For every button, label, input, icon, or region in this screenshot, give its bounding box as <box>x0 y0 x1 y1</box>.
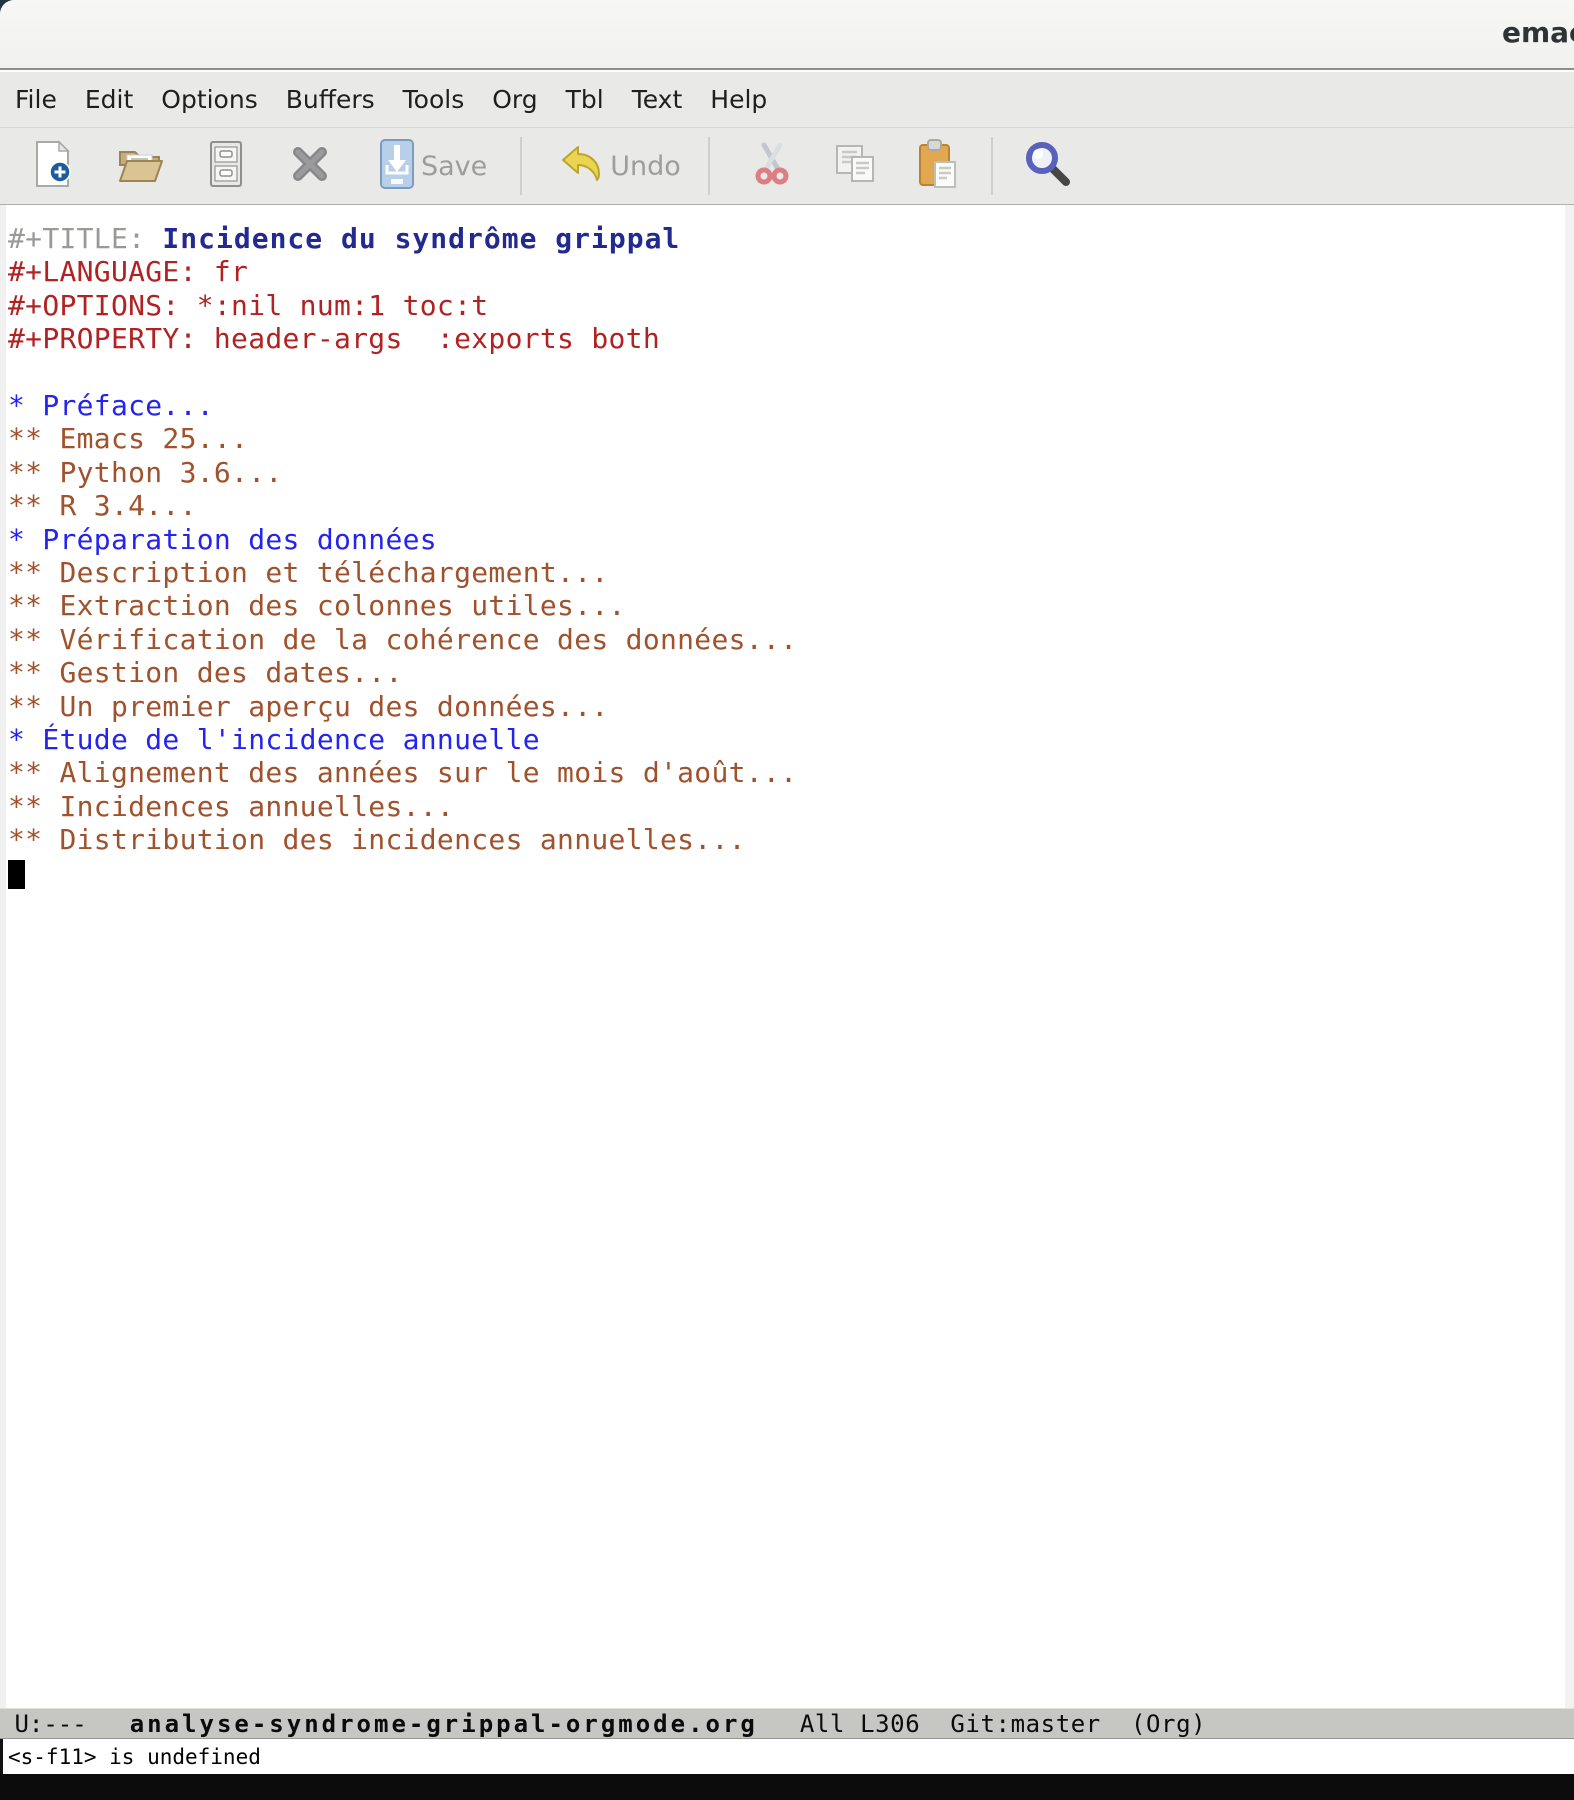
paste-button[interactable] <box>917 139 959 193</box>
cut-icon <box>755 142 789 190</box>
buffer-line <box>8 857 1560 890</box>
buffer-line: ** R 3.4... <box>8 489 1560 522</box>
copy-icon <box>833 143 877 189</box>
buffer-text-segment: ** Incidences annuelles... <box>8 790 454 823</box>
save-button-label: Save <box>421 151 487 182</box>
buffer-text-segment: ** Python 3.6... <box>8 456 283 489</box>
menu-item-org[interactable]: Org <box>492 85 537 114</box>
buffer-line: * Étude de l'incidence annuelle <box>8 723 1560 756</box>
buffer-line: ** Incidences annuelles... <box>8 790 1560 823</box>
buffer-line: #+PROPERTY: header-args :exports both <box>8 322 1560 355</box>
left-fringe <box>0 205 6 1708</box>
buffer-line: ** Extraction des colonnes utiles... <box>8 589 1560 622</box>
buffer-text-segment: ** Emacs 25... <box>8 422 248 455</box>
buffer-text-segment: * Étude de l'incidence annuelle <box>8 723 540 756</box>
save-icon <box>379 138 415 194</box>
paste-icon <box>917 139 959 193</box>
echo-message: <s-f11> is undefined <box>8 1745 261 1769</box>
buffer-line: #+LANGUAGE: fr <box>8 255 1560 288</box>
search-icon <box>1025 141 1071 191</box>
buffer-line: ** Description et téléchargement... <box>8 556 1560 589</box>
menu-item-tbl[interactable]: Tbl <box>566 85 604 114</box>
toolbar-separator <box>991 137 993 195</box>
buffer-text-segment: #+TITLE: <box>8 222 162 255</box>
buffer-line: #+TITLE: Incidence du syndrôme grippal <box>8 222 1560 255</box>
buffer-line: ** Distribution des incidences annuelles… <box>8 823 1560 856</box>
buffer-line: ** Python 3.6... <box>8 456 1560 489</box>
undo-button[interactable]: Undo <box>558 143 681 189</box>
emacs-window: emacs File Edit Options Buffers Tools Org Tbl T… <box>0 0 1574 1800</box>
open-folder-icon <box>117 143 163 189</box>
new-file-icon <box>33 140 73 192</box>
undo-icon <box>558 143 604 189</box>
toolbar: Save Undo <box>0 127 1574 205</box>
modeline-buffer-name[interactable]: analyse-syndrome-grippal-orgmode.org <box>130 1710 758 1738</box>
buffer-line: ** Un premier aperçu des données... <box>8 690 1560 723</box>
undo-button-label: Undo <box>610 151 681 182</box>
menu-item-help[interactable]: Help <box>710 85 767 114</box>
buffer-text-segment: #+PROPERTY: header-args :exports both <box>8 322 660 355</box>
menu-item-file[interactable]: File <box>15 85 57 114</box>
buffer-text-segment: ** Description et téléchargement... <box>8 556 609 589</box>
close-buffer-button[interactable] <box>291 146 329 186</box>
buffer-line: * Préface... <box>8 389 1560 422</box>
buffer-text-segment: ** Extraction des colonnes utiles... <box>8 589 626 622</box>
text-cursor <box>8 860 25 889</box>
buffer-line: ** Gestion des dates... <box>8 656 1560 689</box>
search-button[interactable] <box>1025 141 1071 191</box>
buffer-text-segment: ** Alignement des années sur le mois d'a… <box>8 756 797 789</box>
buffer-text-segment: ** Un premier aperçu des données... <box>8 690 609 723</box>
buffer-line: ** Emacs 25... <box>8 422 1560 455</box>
modeline: U:--- analyse-syndrome-grippal-orgmode.o… <box>0 1708 1574 1739</box>
buffer-line: #+OPTIONS: *:nil num:1 toc:t <box>8 289 1560 322</box>
open-file-button[interactable] <box>117 143 163 189</box>
echo-area[interactable]: <s-f11> is undefined <box>0 1739 1574 1774</box>
directory-button[interactable] <box>209 140 243 192</box>
menu-item-buffers[interactable]: Buffers <box>286 85 375 114</box>
buffer-line: ** Vérification de la cohérence des donn… <box>8 623 1560 656</box>
menubar: File Edit Options Buffers Tools Org Tbl Text Hel… <box>0 72 1574 127</box>
menu-item-text[interactable]: Text <box>632 85 683 114</box>
buffer-line: ** Alignement des années sur le mois d'a… <box>8 756 1560 789</box>
modeline-status-flags: U:--- <box>0 1710 87 1738</box>
buffer-text-segment: * Préparation des données <box>8 523 437 556</box>
buffer-text-segment: ** R 3.4... <box>8 489 197 522</box>
save-button[interactable]: Save <box>379 138 487 194</box>
menu-item-options[interactable]: Options <box>161 85 257 114</box>
file-cabinet-icon <box>209 140 243 192</box>
buffer-line: * Préparation des données <box>8 523 1560 556</box>
scrollbar-track[interactable] <box>1565 205 1574 1708</box>
buffer-text-segment: * Préface... <box>8 389 214 422</box>
buffer-line <box>8 356 1560 389</box>
menu-item-tools[interactable]: Tools <box>403 85 465 114</box>
titlebar[interactable]: emacs <box>0 0 1574 70</box>
window-title: emacs <box>1502 16 1574 49</box>
toolbar-separator <box>520 137 522 195</box>
copy-button[interactable] <box>833 143 877 189</box>
buffer-text-segment: Incidence du syndrôme grippal <box>162 222 680 255</box>
buffer-text-segment: ** Gestion des dates... <box>8 656 403 689</box>
buffer-text-segment: #+OPTIONS: *:nil num:1 toc:t <box>8 289 488 322</box>
close-buffer-icon <box>291 146 329 186</box>
menu-item-edit[interactable]: Edit <box>85 85 133 114</box>
new-file-button[interactable] <box>33 140 73 192</box>
editor-buffer[interactable]: #+TITLE: Incidence du syndrôme grippal#+… <box>0 205 1574 1708</box>
bottom-strip <box>0 1774 1574 1800</box>
buffer-text-segment: ** Vérification de la cohérence des donn… <box>8 623 797 656</box>
toolbar-separator <box>708 137 710 195</box>
buffer-text-segment: ** Distribution des incidences annuelles… <box>8 823 746 856</box>
cut-button[interactable] <box>755 142 789 190</box>
modeline-position-info: All L306 Git:master (Org) <box>800 1710 1206 1738</box>
buffer-text-segment: #+LANGUAGE: fr <box>8 255 248 288</box>
